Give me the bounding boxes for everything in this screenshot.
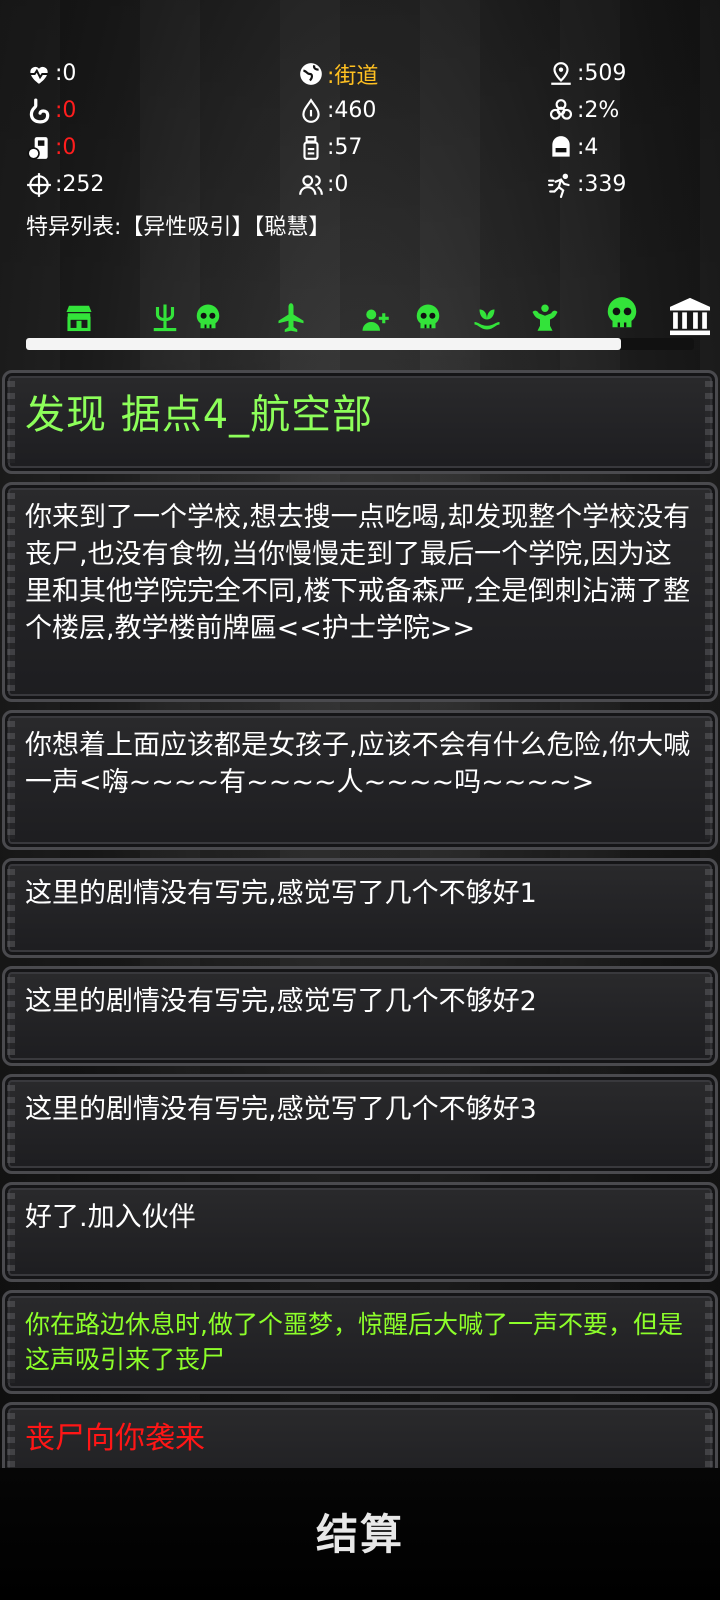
trident-icon[interactable]	[150, 302, 180, 332]
hunger-value: :0	[55, 98, 77, 123]
crosshair-icon	[27, 172, 51, 197]
stat-speed: :339	[548, 169, 698, 200]
add-person-icon[interactable]	[360, 302, 390, 332]
water-drop-icon	[302, 97, 320, 123]
location-value: :街道	[327, 63, 379, 89]
stat-accuracy: :252	[26, 169, 298, 200]
log-entry: 好了.加入伙伴	[2, 1182, 718, 1282]
log-entry-nightmare: 你在路边休息时,做了个噩梦，惊醒后大喊了一声不要，但是这声吸引来了丧尸	[2, 1290, 718, 1394]
stat-medicine: :57	[298, 132, 548, 163]
log-entry-text: 你想着上面应该都是女孩子,应该不会有什么危险,你大喊一声<嗨~~~~有~~~~人…	[25, 730, 691, 798]
biohazard-icon	[549, 98, 573, 120]
log-entry: 这里的剧情没有写完,感觉写了几个不够好2	[2, 966, 718, 1066]
stat-companions: :0	[298, 169, 548, 200]
stat-armor: :4	[548, 132, 698, 163]
log-title: 发现 据点4_航空部	[25, 392, 374, 438]
settle-button[interactable]: 结算	[285, 1506, 435, 1564]
water-value: :460	[327, 98, 377, 123]
bank-icon[interactable]	[668, 296, 712, 336]
progress-bar	[26, 338, 694, 350]
map-pin-icon	[551, 61, 571, 85]
armor-value: :4	[577, 135, 599, 160]
medicine-value: :57	[327, 135, 363, 160]
log-entry-text: 这里的剧情没有写完,感觉写了几个不够好3	[25, 1094, 537, 1125]
log-entry-danger: 丧尸向你袭来	[2, 1402, 718, 1468]
progress-bar-fill	[26, 338, 621, 350]
stat-water: :460	[298, 95, 548, 126]
log-entry-text: 好了.加入伙伴	[25, 1202, 196, 1233]
event-log[interactable]: 发现 据点4_航空部 你来到了一个学校,想去搜一点吃喝,却发现整个学校没有丧尸,…	[2, 356, 718, 1468]
log-title-panel: 发现 据点4_航空部	[2, 370, 718, 474]
log-entry: 你想着上面应该都是女孩子,应该不会有什么危险,你大喊一声<嗨~~~~有~~~~人…	[2, 710, 718, 850]
stat-hunger: :0	[26, 95, 298, 126]
accuracy-value: :252	[55, 172, 105, 197]
food-can-icon	[27, 136, 48, 160]
log-entry-text: 这里的剧情没有写完,感觉写了几个不够好1	[25, 878, 537, 909]
stomach-icon	[29, 98, 50, 123]
group-icon	[299, 174, 323, 195]
bottom-bar: 结算	[0, 1468, 720, 1600]
stats-panel: :0 :街道 :509 :0 :460 :2% :0 :57 :4 :252 :…	[26, 58, 706, 200]
danger-text: 丧尸向你袭来	[25, 1421, 205, 1456]
log-entry-text: 你来到了一个学校,想去搜一点吃喝,却发现整个学校没有丧尸,也没有食物,当你慢慢走…	[25, 502, 691, 644]
plant-hand-icon[interactable]	[472, 302, 502, 332]
companions-value: :0	[327, 172, 349, 197]
stat-location: :街道	[298, 58, 548, 89]
log-entry: 你来到了一个学校,想去搜一点吃喝,却发现整个学校没有丧尸,也没有食物,当你慢慢走…	[2, 482, 718, 702]
boss-skull-icon[interactable]	[603, 294, 641, 332]
traits-list: 特异列表:【异性吸引】【聪慧】	[26, 215, 331, 240]
shop-icon[interactable]	[64, 302, 94, 332]
log-entry-text: 这里的剧情没有写完,感觉写了几个不够好2	[25, 986, 537, 1017]
skull-icon[interactable]	[193, 302, 223, 332]
medicine-bottle-icon	[303, 135, 319, 160]
globe-pin-icon	[300, 62, 322, 85]
health-value: :0	[55, 61, 77, 86]
stat-health: :0	[26, 58, 298, 89]
log-entry: 这里的剧情没有写完,感觉写了几个不够好3	[2, 1074, 718, 1174]
speed-value: :339	[577, 172, 627, 197]
heart-pulse-icon	[30, 66, 48, 84]
helmet-icon	[552, 135, 570, 157]
stat-supplies: :0	[26, 132, 298, 163]
infection-value: :2%	[577, 98, 620, 123]
supplies-value: :0	[55, 135, 77, 160]
strongman-icon[interactable]	[530, 302, 560, 332]
airplane-icon[interactable]	[276, 302, 306, 332]
distance-value: :509	[577, 61, 627, 86]
stat-infection: :2%	[548, 95, 698, 126]
runner-icon	[548, 173, 570, 198]
stat-distance: :509	[548, 58, 698, 89]
nightmare-text: 你在路边休息时,做了个噩梦，惊醒后大喊了一声不要，但是这声吸引来了丧尸	[25, 1310, 683, 1374]
log-entry: 这里的剧情没有写完,感觉写了几个不够好1	[2, 858, 718, 958]
skull-icon[interactable]	[413, 302, 443, 332]
